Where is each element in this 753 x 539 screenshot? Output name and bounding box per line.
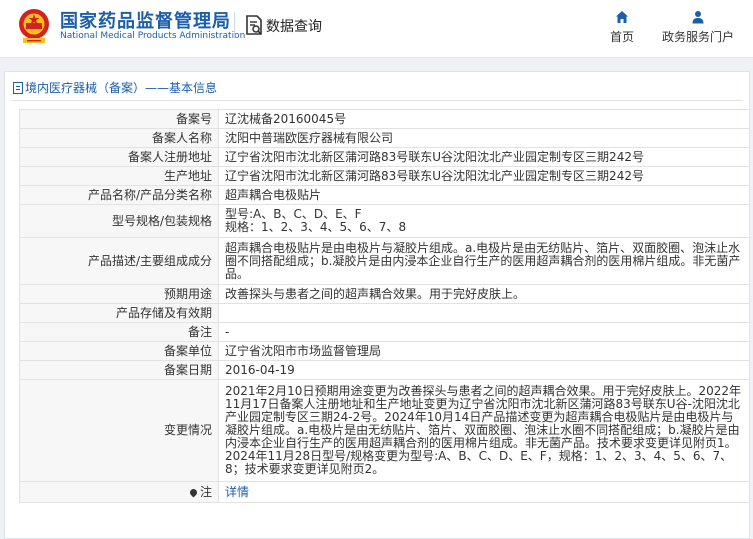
storage-value [218,303,750,323]
data-query-icon[interactable] [244,14,264,36]
table-row: 备注 - [19,322,750,342]
table-row: 备案日期 2016-04-19 [19,360,750,380]
breadcrumb: 境内医疗器械（备案）——基本信息 [13,79,217,96]
table-row: 型号规格/包装规格 型号:A、B、C、D、E、F 规格：1、2、3、4、5、6、7… [19,204,750,238]
record-no-value: 辽沈械备20160045号 [218,109,750,129]
model-spec-label: 型号规格/包装规格 [19,204,219,238]
model-spec-value: 型号:A、B、C、D、E、F 规格：1、2、3、4、5、6、7、8 [218,204,750,238]
national-emblem-icon [19,9,49,43]
table-row: 产品存储及有效期 [19,303,750,323]
table-row: 产品描述/主要组成成分 超声耦合电极贴片是由电极片与凝胶片组成。a.电极片是由无… [19,237,750,285]
intended-use-value: 改善探头与患者之间的超声耦合效果。用于完好皮肤上。 [218,284,750,304]
table-row: 备案号 辽沈械备20160045号 [19,109,750,129]
nav-home[interactable]: 首页 [582,10,662,45]
nav-home-label: 首页 [609,30,634,44]
description-value: 超声耦合电极贴片是由电极片与凝胶片组成。a.电极片是由无纺贴片、箔片、双面胶圈、… [218,237,750,285]
note-label-cell: 注 [19,481,219,503]
changes-value: 2021年2月10日预期用途变更为改善探头与患者之间的超声耦合效果。用于完好皮肤… [218,379,750,482]
table-row: 生产地址 辽宁省沈阳市沈北新区蒲河路83号联东U谷沈阳沈北产业园定制专区三期24… [19,166,750,186]
registrant-address-label: 备案人注册地址 [19,147,219,167]
data-query-link[interactable]: 数据查询 [266,16,322,36]
production-address-value: 辽宁省沈阳市沈北新区蒲河路83号联东U谷沈阳沈北产业园定制专区三期242号 [218,166,750,186]
registrant-label: 备案人名称 [19,128,219,148]
product-name-label: 产品名称/产品分类名称 [19,185,219,205]
home-icon [616,11,628,23]
document-icon [13,82,23,94]
details-link[interactable]: 详情 [218,481,750,503]
record-no-label: 备案号 [19,109,219,129]
record-unit-label: 备案单位 [19,341,219,361]
detail-panel: 境内医疗器械（备案）——基本信息 备案号 辽沈械备20160045号 备案人名称… [4,71,750,539]
remarks-value: - [218,322,750,342]
product-name-value: 超声耦合电极贴片 [218,185,750,205]
record-date-value: 2016-04-19 [218,360,750,380]
header-divider [234,12,235,38]
table-row: 产品名称/产品分类名称 超声耦合电极贴片 [19,185,750,205]
registrant-value: 沈阳中普瑞欧医疗器械有限公司 [218,128,750,148]
record-unit-value: 辽宁省沈阳市市场监督管理局 [218,341,750,361]
user-icon [692,11,704,24]
storage-label: 产品存储及有效期 [19,303,219,323]
changes-label: 变更情况 [19,379,219,482]
breadcrumb-divider [11,100,743,101]
nav-service-portal[interactable]: 政务服务门户 [658,10,738,45]
breadcrumb-text: 境内医疗器械（备案）——基本信息 [25,81,218,95]
remarks-label: 备注 [19,322,219,342]
note-label: 注 [199,484,212,499]
nav-service-portal-label: 政务服务门户 [661,30,734,44]
table-row: 变更情况 2021年2月10日预期用途变更为改善探头与患者之间的超声耦合效果。用… [19,379,750,482]
pin-icon [188,487,199,497]
intended-use-label: 预期用途 [19,284,219,304]
detail-table: 备案号 辽沈械备20160045号 备案人名称 沈阳中普瑞欧医疗器械有限公司 备… [19,109,750,503]
record-date-label: 备案日期 [19,360,219,380]
production-address-label: 生产地址 [19,166,219,186]
table-row: 备案单位 辽宁省沈阳市市场监督管理局 [19,341,750,361]
table-row: 预期用途 改善探头与患者之间的超声耦合效果。用于完好皮肤上。 [19,284,750,304]
table-row: 备案人注册地址 辽宁省沈阳市沈北新区蒲河路83号联东U谷沈阳沈北产业园定制专区三… [19,147,750,167]
site-header: 国家药品监督管理局 National Medical Products Admi… [0,0,753,58]
registrant-address-value: 辽宁省沈阳市沈北新区蒲河路83号联东U谷沈阳沈北产业园定制专区三期242号 [218,147,750,167]
spec-line: 规格：1、2、3、4、5、6、7、8 [225,220,407,234]
site-subtitle: National Medical Products Administration [60,31,246,41]
site-title: 国家药品监督管理局 [60,11,231,32]
table-row: 备案人名称 沈阳中普瑞欧医疗器械有限公司 [19,128,750,148]
description-label: 产品描述/主要组成成分 [19,237,219,285]
table-row: 注 详情 [19,481,750,503]
